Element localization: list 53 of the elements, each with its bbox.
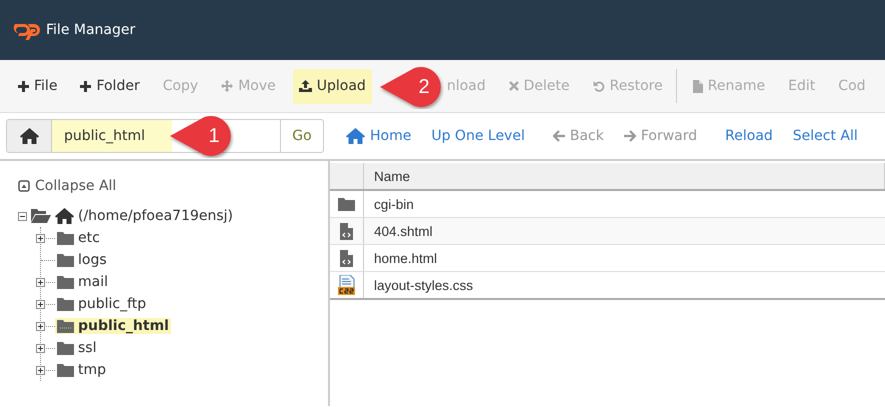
folder-icon — [338, 198, 355, 210]
collapse-toggle-icon[interactable] — [18, 212, 27, 220]
home-icon — [55, 208, 74, 224]
file-name-cell[interactable]: 404.shtml — [364, 218, 884, 244]
file-icon — [692, 80, 703, 92]
tree-item[interactable]: ssl — [55, 340, 98, 356]
file-name-cell[interactable]: home.html — [364, 244, 884, 272]
tree-item[interactable]: etc — [55, 230, 102, 246]
toolbar-button[interactable]: Folder — [74, 68, 146, 104]
open-folder-icon — [31, 209, 51, 223]
folder-icon — [57, 232, 74, 244]
undo-icon — [592, 80, 605, 92]
tree-item[interactable]: public_html — [55, 318, 171, 334]
code-file-icon — [340, 250, 353, 266]
folder-icon — [57, 298, 74, 310]
nav-link[interactable]: Home — [340, 128, 426, 144]
upload-icon — [298, 80, 312, 92]
folder-icon — [57, 364, 74, 376]
tree-item[interactable]: logs — [55, 252, 109, 268]
folder-icon — [57, 320, 74, 332]
toolbar-button[interactable]: Upload — [292, 68, 372, 104]
file-name-cell[interactable]: layout-styles.css — [364, 272, 884, 299]
expand-toggle-icon[interactable] — [36, 322, 45, 330]
folder-icon — [57, 254, 74, 266]
expand-toggle-icon[interactable] — [36, 234, 45, 242]
expand-toggle-icon[interactable] — [36, 278, 45, 286]
tree-item[interactable]: (/home/pfoea719ensj) — [78, 208, 234, 224]
nav-link[interactable]: Up One Level — [425, 128, 547, 144]
nav-link[interactable]: Reload — [719, 128, 787, 144]
collapse-all-link[interactable]: Collapse All — [18, 175, 116, 197]
css-file-icon — [338, 275, 355, 295]
left-arrow-icon — [552, 130, 565, 142]
callout-tooltip: 2 — [378, 65, 444, 109]
expand-toggle-icon[interactable] — [36, 300, 45, 308]
expand-toggle-icon[interactable] — [36, 344, 45, 352]
plus-icon — [80, 80, 92, 92]
plus-icon — [18, 80, 29, 92]
tree-item[interactable]: public_ftp — [55, 296, 148, 312]
folder-icon — [57, 342, 74, 354]
tree-item[interactable]: tmp — [55, 362, 108, 378]
tree-item[interactable]: mail — [55, 274, 110, 290]
column-header[interactable]: Name — [364, 163, 884, 190]
app-title: File Manager — [46, 22, 136, 38]
toolbar-button[interactable]: File — [12, 68, 64, 104]
home-icon — [346, 128, 365, 144]
nav-link[interactable]: Select All — [786, 128, 872, 144]
code-file-icon — [340, 222, 353, 240]
close-icon — [508, 81, 519, 91]
expand-toggle-icon[interactable] — [36, 366, 45, 374]
folder-icon — [57, 276, 74, 288]
move-icon — [221, 80, 234, 92]
right-arrow-icon — [624, 130, 636, 142]
collapse-icon — [18, 180, 30, 192]
